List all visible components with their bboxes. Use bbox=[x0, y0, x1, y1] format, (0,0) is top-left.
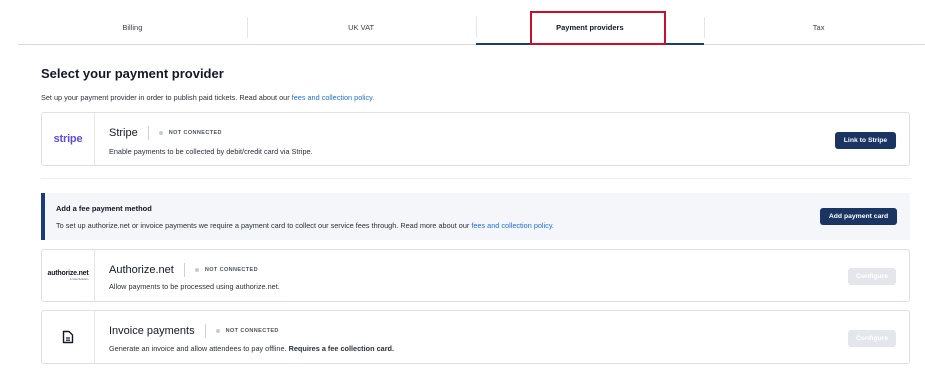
authorize-net-logo: authorize.net A Visa Solution bbox=[48, 270, 89, 281]
status-text: NOT CONNECTED bbox=[225, 328, 279, 334]
fee-payment-method-banner: Add a fee payment method To set up autho… bbox=[41, 193, 910, 240]
authorize-net-logo-subtext: A Visa Solution bbox=[69, 277, 89, 282]
status-text: NOT CONNECTED bbox=[168, 130, 222, 136]
status-text: NOT CONNECTED bbox=[204, 267, 258, 273]
invoice-icon-box bbox=[42, 311, 95, 363]
provider-description: Generate an invoice and allow attendees … bbox=[109, 344, 394, 353]
fees-policy-link[interactable]: fees and collection policy. bbox=[292, 93, 375, 102]
status-dot-icon bbox=[194, 268, 199, 272]
provider-name: Stripe bbox=[109, 127, 138, 139]
authorize-net-name-row: Authorize.net NOT CONNECTED bbox=[109, 263, 258, 277]
banner-description: To set up authorize.net or invoice payme… bbox=[56, 221, 554, 230]
stripe-provider-card: stripe Stripe NOT CONNECTED Enable payme… bbox=[41, 112, 910, 166]
provider-description: Enable payments to be collected by debit… bbox=[109, 147, 313, 156]
tab-payment-providers[interactable]: Payment providers bbox=[475, 10, 705, 45]
provider-name: Invoice payments bbox=[109, 325, 195, 337]
stripe-name-row: Stripe NOT CONNECTED bbox=[109, 126, 222, 140]
banner-fees-policy-link[interactable]: fees and collection policy. bbox=[471, 221, 554, 230]
invoice-payments-card: Invoice payments NOT CONNECTED Generate … bbox=[41, 310, 910, 364]
link-to-stripe-button[interactable]: Link to Stripe bbox=[835, 132, 896, 149]
stripe-logo-box: stripe bbox=[42, 113, 95, 165]
section-divider bbox=[41, 178, 910, 179]
invoice-requirement-text: Requires a fee collection card. bbox=[288, 344, 395, 353]
stripe-logo: stripe bbox=[53, 133, 83, 145]
authorize-net-provider-card: authorize.net A Visa Solution Authorize.… bbox=[41, 249, 910, 302]
add-payment-card-button[interactable]: Add payment card bbox=[820, 208, 897, 225]
banner-title: Add a fee payment method bbox=[56, 204, 152, 213]
invoice-name-row: Invoice payments NOT CONNECTED bbox=[109, 324, 279, 338]
status-dot-icon bbox=[158, 131, 163, 135]
status-badge: NOT CONNECTED bbox=[158, 130, 222, 136]
provider-description: Allow payments to be processed using aut… bbox=[109, 282, 280, 291]
page-description-text: Set up your payment provider in order to… bbox=[41, 93, 292, 102]
separator bbox=[204, 324, 206, 338]
status-badge: NOT CONNECTED bbox=[215, 328, 279, 334]
configure-invoice-button[interactable]: Configure bbox=[848, 330, 896, 347]
banner-description-text: To set up authorize.net or invoice payme… bbox=[56, 221, 472, 230]
page-description: Set up your payment provider in order to… bbox=[41, 93, 374, 102]
status-dot-icon bbox=[215, 329, 220, 333]
invoice-description-text: Generate an invoice and allow attendees … bbox=[109, 344, 289, 353]
separator bbox=[183, 263, 185, 277]
tab-tax[interactable]: Tax bbox=[704, 10, 925, 44]
status-badge: NOT CONNECTED bbox=[194, 267, 258, 273]
configure-authorize-net-button[interactable]: Configure bbox=[848, 268, 896, 285]
tab-billing[interactable]: Billing bbox=[18, 10, 247, 44]
separator bbox=[147, 126, 149, 140]
tab-uk-vat[interactable]: UK VAT bbox=[246, 10, 476, 44]
settings-tabs: Billing UK VAT Payment providers Tax bbox=[18, 10, 925, 45]
authorize-net-logo-text: authorize.net bbox=[47, 270, 89, 278]
provider-name: Authorize.net bbox=[109, 264, 174, 276]
authorize-net-logo-box: authorize.net A Visa Solution bbox=[42, 250, 95, 301]
document-icon bbox=[62, 330, 74, 344]
page-title: Select your payment provider bbox=[41, 66, 224, 81]
